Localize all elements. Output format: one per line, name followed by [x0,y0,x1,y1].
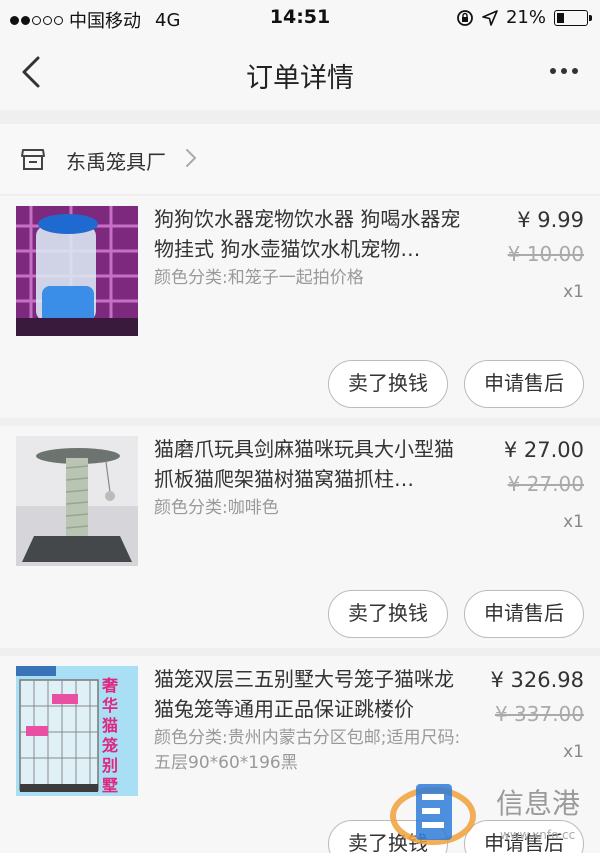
sell-button[interactable]: 卖了换钱 [328,590,448,638]
product-spec: 颜色分类:和笼子一起拍价格 [154,268,364,288]
watermark-logo-icon [390,784,476,845]
product-qty: x1 [563,282,584,302]
product-price: ¥ 27.00 [503,438,584,462]
product-image[interactable] [16,436,138,566]
after-sale-button[interactable]: 申请售后 [464,360,584,408]
shop-name[interactable]: 东禹笼具厂 [66,146,166,175]
nav-bar: 订单详情 [0,36,600,110]
more-dots-icon[interactable] [550,68,578,74]
product-price: ¥ 326.98 [490,668,584,692]
product-qty: x1 [563,742,584,762]
page-title: 订单详情 [246,63,354,94]
battery-icon [554,9,592,26]
original-price: ¥ 27.00 [507,472,584,496]
product-price: ¥ 9.99 [517,208,584,232]
chevron-right-icon[interactable] [184,148,198,168]
product-image[interactable]: 奢华猫笼别墅 [16,666,138,796]
after-sale-button[interactable]: 申请售后 [464,590,584,638]
product-title[interactable]: 狗狗饮水器宠物饮水器 狗喝水器宠物挂式 狗水壶猫饮水机宠物… [154,204,466,264]
product-qty: x1 [563,512,584,532]
status-right: 21% [456,7,592,28]
store-icon [21,149,45,170]
product-title[interactable]: 猫笼双层三五别墅大号笼子猫咪龙猫兔笼等通用正品保证跳楼价 [154,664,466,724]
order-item: 猫磨爪玩具剑麻猫咪玩具大小型猫抓板猫爬架猫树猫窝猫抓柱… 颜色分类:咖啡色 ¥ … [0,426,600,648]
original-price: ¥ 337.00 [494,702,584,726]
product-image[interactable] [16,206,138,336]
original-price: ¥ 10.00 [507,242,584,266]
sell-button[interactable]: 卖了换钱 [328,360,448,408]
location-arrow-icon [482,9,498,26]
watermark-url: www.xnfo.cc [500,828,576,842]
battery-percent: 21% [505,7,546,28]
status-bar: 中国移动 4G 14:51 21% [0,0,600,36]
rotation-lock-icon [457,9,473,26]
shop-row[interactable]: 东禹笼具厂 [0,124,600,194]
product-image-caption: 奢华猫笼别墅 [102,676,119,795]
order-item: 狗狗饮水器宠物饮水器 狗喝水器宠物挂式 狗水壶猫饮水机宠物… 颜色分类:和笼子一… [0,196,600,418]
product-spec: 颜色分类:咖啡色 [154,498,279,518]
product-title[interactable]: 猫磨爪玩具剑麻猫咪玩具大小型猫抓板猫爬架猫树猫窝猫抓柱… [154,434,466,494]
watermark: 信息港 www.xnfo.cc [388,768,600,853]
watermark-name: 信息港 [496,787,581,820]
